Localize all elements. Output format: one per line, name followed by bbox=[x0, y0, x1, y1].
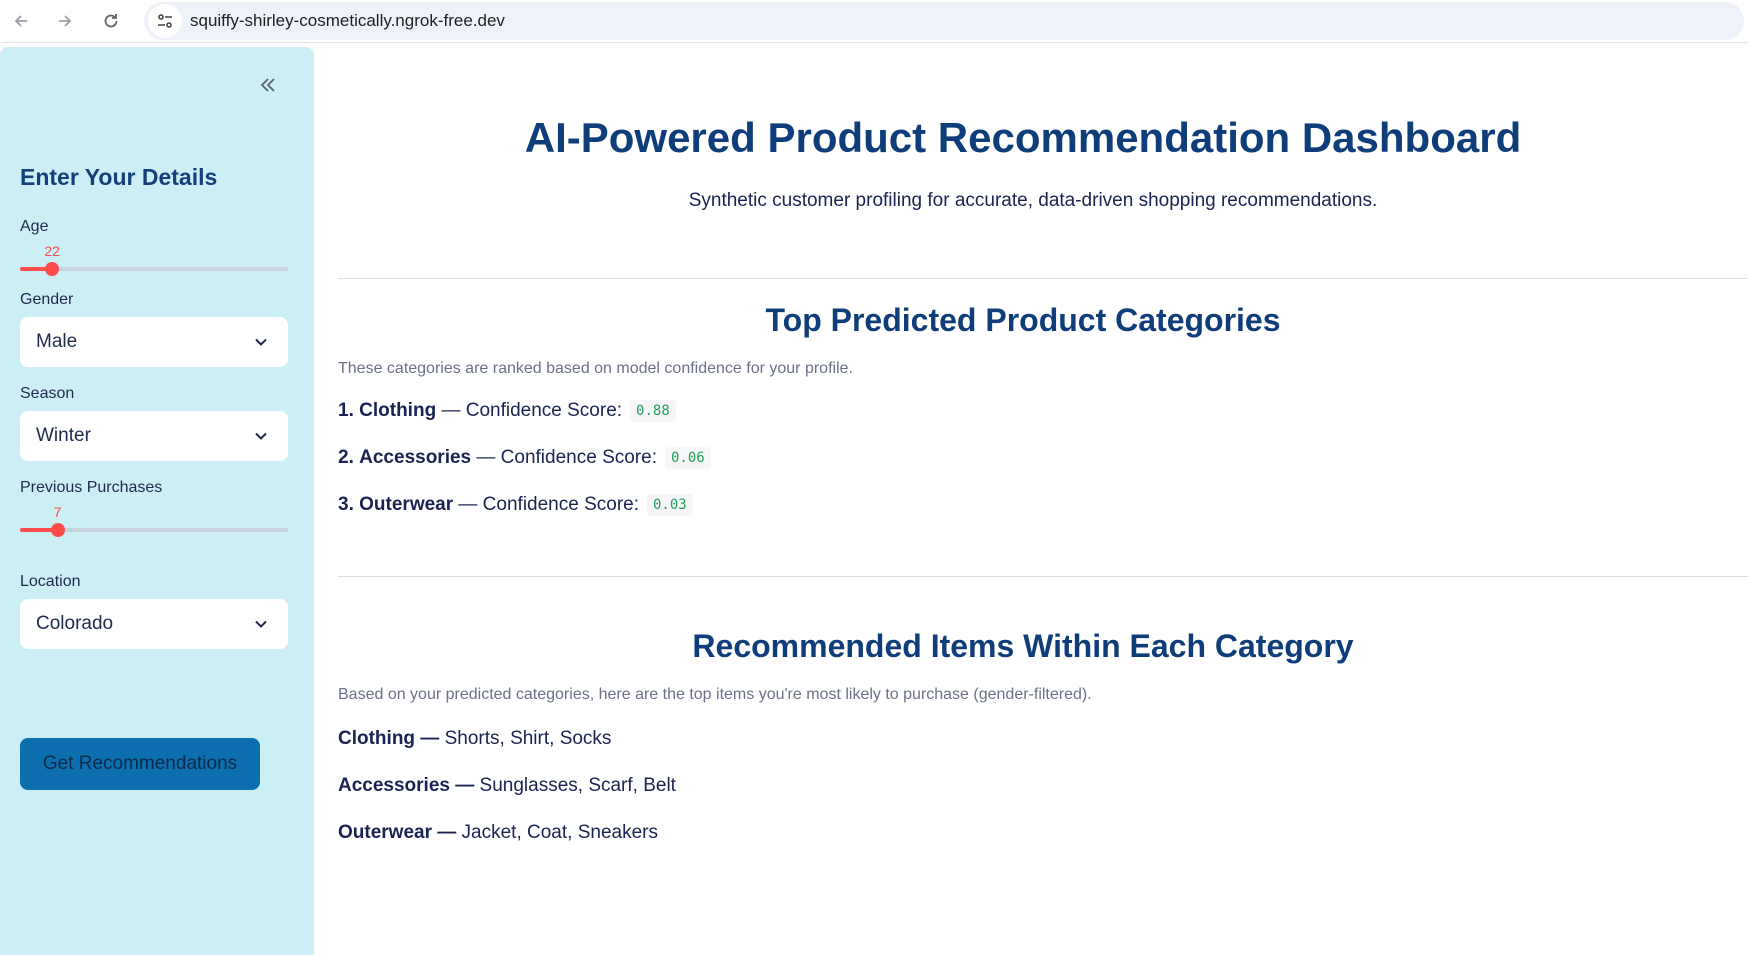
recommended-items-row: Clothing — Shorts, Shirt, Socks bbox=[338, 728, 611, 750]
slider-track bbox=[20, 267, 288, 271]
location-select-value: Colorado bbox=[36, 613, 114, 634]
item-category: Outerwear — bbox=[338, 822, 457, 843]
confidence-score: 0.88 bbox=[630, 400, 676, 422]
recommended-items-row: Accessories — Sunglasses, Scarf, Belt bbox=[338, 775, 676, 797]
main-content: AI-Powered Product Recommendation Dashbo… bbox=[314, 44, 1748, 955]
categories-section-title: Top Predicted Product Categories bbox=[765, 302, 1281, 338]
previous-purchases-label: Previous Purchases bbox=[20, 479, 163, 496]
divider bbox=[338, 576, 1748, 577]
age-label: Age bbox=[20, 218, 49, 235]
item-category: Clothing — bbox=[338, 728, 440, 749]
category-rank-row: 3. Outerwear — Confidence Score: 0.03 bbox=[338, 494, 693, 516]
location-label: Location bbox=[20, 573, 81, 590]
browser-toolbar: squiffy-shirley-cosmetically.ngrok-free.… bbox=[0, 0, 1748, 43]
gender-label: Gender bbox=[20, 291, 74, 308]
previous-purchases-slider[interactable]: 7 bbox=[20, 504, 288, 537]
gender-select-value: Male bbox=[36, 331, 78, 352]
category-name: Outerwear bbox=[359, 494, 454, 515]
item-list: Sunglasses, Scarf, Belt bbox=[479, 775, 676, 796]
slider-value: 22 bbox=[44, 243, 60, 259]
category-name: Accessories bbox=[359, 447, 472, 468]
confidence-label: — Confidence Score: bbox=[441, 400, 623, 421]
age-slider[interactable]: 22 bbox=[20, 243, 288, 276]
page-title: AI-Powered Product Recommendation Dashbo… bbox=[524, 114, 1522, 161]
category-rank-row: 1. Clothing — Confidence Score: 0.88 bbox=[338, 400, 676, 422]
confidence-label: — Confidence Score: bbox=[458, 494, 639, 515]
item-category: Accessories — bbox=[338, 775, 475, 796]
chevron-down-icon bbox=[250, 613, 272, 635]
address-bar[interactable]: squiffy-shirley-cosmetically.ngrok-free.… bbox=[144, 2, 1744, 40]
sidebar: Enter Your Details Age 22 Gender Male Se… bbox=[0, 47, 314, 955]
url-text: squiffy-shirley-cosmetically.ngrok-free.… bbox=[190, 11, 505, 30]
double-chevron-left-icon[interactable] bbox=[252, 69, 284, 101]
slider-thumb[interactable] bbox=[45, 262, 60, 276]
divider bbox=[338, 278, 1748, 279]
reload-icon[interactable] bbox=[94, 4, 128, 38]
item-list: Shorts, Shirt, Socks bbox=[444, 728, 612, 749]
rank-number: 1. bbox=[338, 400, 354, 421]
slider-thumb[interactable] bbox=[50, 523, 65, 537]
category-name: Clothing bbox=[359, 400, 437, 421]
page-subtitle: Synthetic customer profiling for accurat… bbox=[688, 190, 1378, 211]
slider-value: 7 bbox=[53, 504, 62, 520]
confidence-score: 0.06 bbox=[664, 447, 711, 469]
categories-description: These categories are ranked based on mod… bbox=[338, 360, 853, 377]
rank-number: 2. bbox=[338, 447, 354, 468]
get-recommendations-button[interactable]: Get Recommendations bbox=[20, 738, 260, 790]
gender-select[interactable]: Male bbox=[20, 317, 288, 367]
confidence-label: — Confidence Score: bbox=[476, 447, 657, 468]
back-arrow-icon[interactable] bbox=[4, 4, 38, 38]
chevron-down-icon bbox=[250, 425, 272, 447]
confidence-score: 0.03 bbox=[647, 494, 693, 516]
sidebar-heading: Enter Your Details bbox=[20, 164, 218, 190]
recommended-items-row: Outerwear — Jacket, Coat, Sneakers bbox=[338, 822, 658, 844]
items-description: Based on your predicted categories, here… bbox=[338, 686, 1092, 703]
site-settings-icon[interactable] bbox=[148, 4, 182, 38]
location-select[interactable]: Colorado bbox=[20, 599, 288, 649]
category-rank-row: 2. Accessories — Confidence Score: 0.06 bbox=[338, 447, 711, 469]
season-select-value: Winter bbox=[36, 425, 91, 446]
item-list: Jacket, Coat, Sneakers bbox=[461, 822, 658, 843]
rank-number: 3. bbox=[338, 494, 354, 515]
season-label: Season bbox=[20, 385, 75, 402]
season-select[interactable]: Winter bbox=[20, 411, 288, 461]
forward-arrow-icon[interactable] bbox=[48, 4, 82, 38]
chevron-down-icon bbox=[250, 331, 272, 353]
items-section-title: Recommended Items Within Each Category bbox=[692, 628, 1354, 664]
